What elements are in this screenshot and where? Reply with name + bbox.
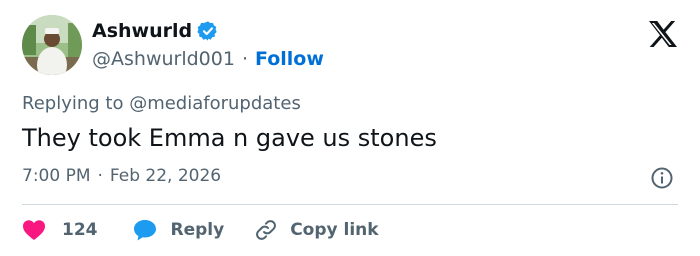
copy-link-button[interactable]: Copy link [254, 218, 379, 242]
divider [22, 204, 678, 205]
tweet-time[interactable]: 7:00 PM [22, 166, 91, 186]
x-logo-icon[interactable] [648, 20, 678, 48]
copy-link-label: Copy link [290, 220, 379, 240]
avatar-image [22, 15, 82, 75]
link-icon [256, 220, 277, 240]
avatar[interactable] [22, 15, 82, 75]
name-row: Ashwurld [92, 20, 219, 42]
action-bar: 124 Reply Copy link [22, 216, 379, 244]
separator-dot: · [241, 48, 248, 70]
tweet-meta: 7:00 PM · Feb 22, 2026 [22, 166, 221, 186]
like-count: 124 [62, 220, 98, 240]
reply-label: Reply [170, 220, 225, 240]
like-button[interactable]: 124 [22, 219, 98, 241]
tweet-date[interactable]: Feb 22, 2026 [110, 166, 221, 186]
handle-row: @Ashwurld001 · Follow [92, 48, 324, 70]
meta-separator: · [97, 166, 103, 186]
heart-icon [23, 220, 45, 240]
display-name[interactable]: Ashwurld [92, 20, 192, 42]
follow-button[interactable]: Follow [255, 48, 324, 70]
info-icon[interactable] [650, 166, 674, 190]
replying-to: Replying to @mediaforupdates [22, 93, 301, 114]
reply-button[interactable]: Reply [133, 219, 225, 241]
speech-bubble-icon [133, 220, 156, 241]
verified-badge-icon [197, 20, 219, 42]
user-handle[interactable]: @Ashwurld001 [92, 48, 235, 70]
tweet-text: They took Emma n gave us stones [22, 124, 437, 152]
